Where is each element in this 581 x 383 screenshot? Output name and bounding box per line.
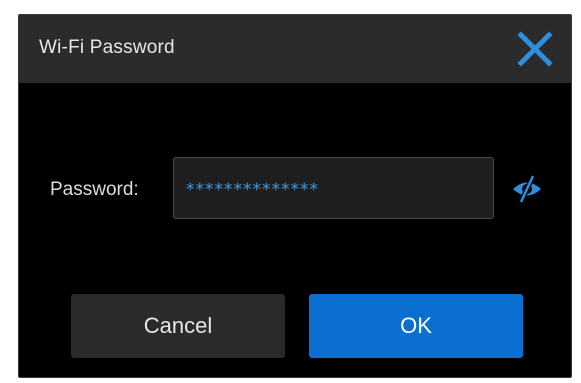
eye-slash-icon[interactable] [510, 172, 544, 206]
password-value: ************** [186, 180, 319, 200]
password-label: Password: [50, 179, 139, 200]
dialog-titlebar: Wi-Fi Password [19, 15, 571, 83]
wifi-password-dialog: Wi-Fi Password Password: ************** … [18, 14, 572, 378]
cancel-button[interactable]: Cancel [71, 294, 285, 358]
dialog-title: Wi-Fi Password [39, 37, 175, 58]
password-field[interactable]: ************** [173, 157, 494, 219]
close-icon[interactable] [517, 31, 553, 67]
ok-button[interactable]: OK [309, 294, 523, 358]
